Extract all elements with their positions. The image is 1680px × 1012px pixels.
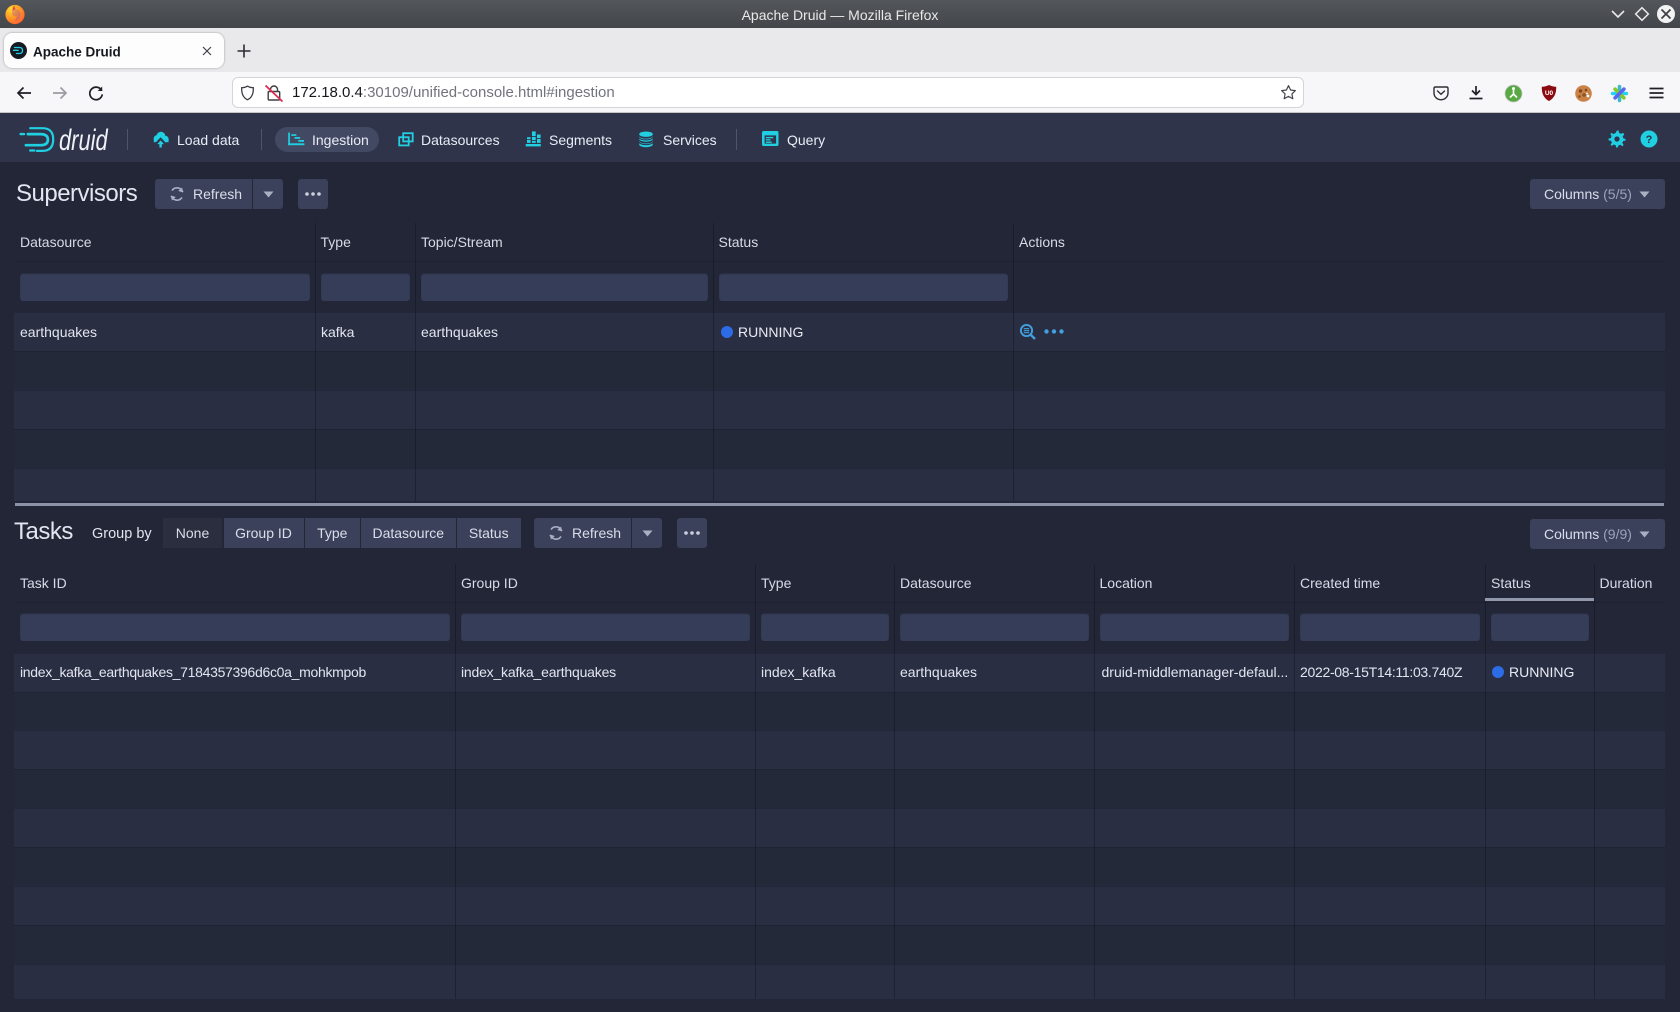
svg-text:U0: U0 [1545,90,1554,97]
svg-text:?: ? [1646,134,1653,146]
